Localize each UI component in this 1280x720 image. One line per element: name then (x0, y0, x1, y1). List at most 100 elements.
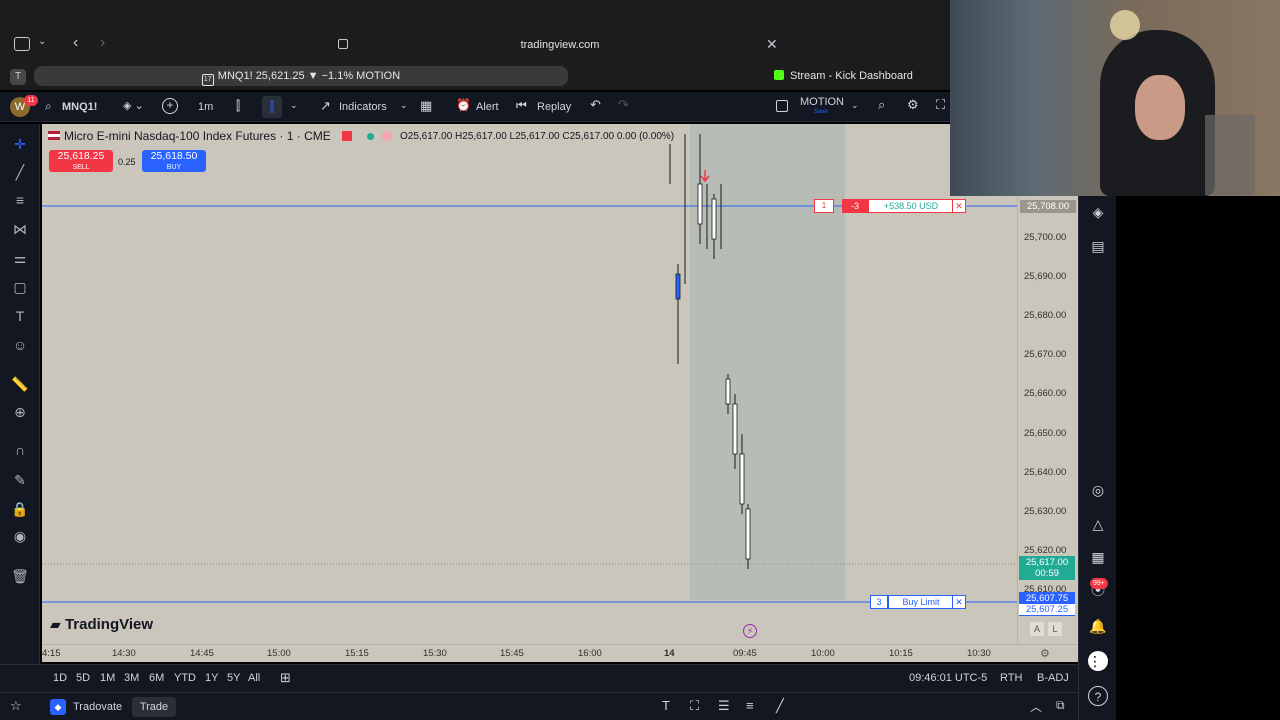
warning-icon[interactable]: △ (1088, 514, 1108, 534)
text-icon[interactable]: T (662, 698, 670, 713)
bar-type-icon[interactable]: ⫿ (236, 98, 240, 114)
position-qty-left[interactable]: 1 (814, 199, 834, 213)
range-5y[interactable]: 5Y (227, 672, 240, 684)
text-tool-icon[interactable]: T (10, 306, 30, 326)
range-6m[interactable]: 6M (149, 672, 164, 684)
redo-icon[interactable]: ↷ (618, 97, 629, 113)
line-tool-icon[interactable]: ╱ (776, 698, 784, 714)
layout-icon[interactable] (776, 100, 788, 112)
range-3m[interactable]: 3M (124, 672, 139, 684)
gear-icon[interactable]: ⚙ (907, 97, 919, 113)
goto-date-icon[interactable]: ⊞ (280, 670, 291, 686)
session-toggle[interactable]: RTH (1000, 672, 1022, 684)
tradovate-logo-icon: ◆ (50, 699, 66, 715)
range-ytd[interactable]: YTD (174, 672, 196, 684)
fib-icon[interactable]: ≡ (10, 190, 30, 210)
tab-tradingview[interactable]: 17 MNQ1! 25,621.25 ▼ −1.1% MOTION (34, 66, 568, 86)
add-symbol-icon[interactable]: + (162, 98, 178, 114)
event-marker-icon[interactable]: ⚡ (743, 624, 757, 638)
range-1y[interactable]: 1Y (205, 672, 218, 684)
interval-button[interactable]: 1m (198, 99, 213, 115)
eye-icon[interactable]: ◉ (10, 526, 30, 546)
star-icon[interactable]: ☆ (10, 698, 22, 714)
auto-scale-button[interactable]: A (1030, 622, 1044, 636)
log-scale-button[interactable]: L (1048, 622, 1062, 636)
order-qty[interactable]: 3 (870, 595, 888, 609)
layers-icon[interactable]: ◈ (1088, 202, 1108, 222)
chevron-up-icon[interactable]: ︿ (1030, 698, 1042, 715)
tab-kick[interactable]: Stream - Kick Dashboard (770, 66, 950, 86)
trend-line-icon[interactable]: ╱ (10, 162, 30, 182)
symbol-search[interactable]: ⌕ MNQ1! (40, 96, 115, 118)
chart-pane[interactable]: Micro E-mini Nasdaq-100 Index Futures · … (42, 124, 1017, 644)
alert-button[interactable]: Alert (476, 99, 499, 115)
symbol-legend-title[interactable]: Micro E-mini Nasdaq-100 Index Futures · … (48, 129, 392, 143)
order-label[interactable]: Buy Limit (888, 595, 954, 609)
candles-icon[interactable]: ⫿ (262, 96, 282, 118)
trash-icon[interactable]: 🗑 (10, 566, 30, 586)
empty-area (1116, 196, 1280, 720)
magnet-icon[interactable]: ∩ (10, 440, 30, 460)
templates-icon[interactable]: ▦ (420, 98, 432, 114)
projection-icon[interactable]: ⚌ (10, 248, 30, 268)
trade-button[interactable]: Trade (132, 697, 176, 717)
chat-icon[interactable]: ▤ (1088, 236, 1108, 256)
undo-icon[interactable]: ↶ (590, 97, 601, 113)
help-icon[interactable]: ? (1088, 686, 1108, 706)
pattern-icon[interactable]: ⋈ (10, 219, 30, 239)
sell-button[interactable]: 25,618.25 SELL (49, 150, 113, 172)
replay-button[interactable]: Replay (537, 99, 571, 115)
chevron-down-icon[interactable]: ⌄ (38, 36, 46, 47)
adjustment-toggle[interactable]: B-ADJ (1037, 672, 1069, 684)
settings-gear-icon[interactable]: ⚙ (1040, 647, 1050, 660)
tune-icon[interactable]: ≡ (746, 698, 754, 713)
time-tick: 10:00 (811, 648, 835, 659)
range-1m[interactable]: 1M (100, 672, 115, 684)
frame-icon[interactable]: ⛶ (690, 698, 699, 714)
cancel-order-icon[interactable]: ✕ (952, 595, 966, 609)
range-1d[interactable]: 1D (53, 672, 67, 684)
broker-name[interactable]: Tradovate (73, 701, 122, 713)
buy-button[interactable]: 25,618.50 BUY (142, 150, 206, 172)
back-icon[interactable]: ‹ (73, 34, 78, 52)
apps-grid-icon[interactable]: ⋮⋮ (1088, 651, 1116, 671)
ruler-icon[interactable]: 📏 (10, 374, 30, 394)
address-bar[interactable]: tradingview.com (335, 34, 785, 56)
fullscreen-icon[interactable]: ⛶ (936, 97, 945, 113)
quick-search-icon[interactable]: ⌕ (878, 97, 885, 113)
position-qty[interactable]: -3 (842, 199, 868, 213)
price-scale[interactable]: 25,708.00 25,700.00 25,690.00 25,680.00 … (1017, 124, 1078, 644)
calendar-icon[interactable]: ▦ (1088, 547, 1108, 567)
bell-icon[interactable]: 🔔 (1088, 616, 1108, 636)
compare-icon[interactable]: ◈ ⌄ (123, 99, 144, 112)
range-all[interactable]: All (248, 672, 260, 684)
lock-icon[interactable]: 🔒 (10, 499, 30, 519)
emoji-icon[interactable]: ☺ (10, 335, 30, 355)
time-tick: 4:15 (42, 648, 61, 659)
shapes-icon[interactable]: ▢ (10, 277, 30, 297)
range-5d[interactable]: 5D (76, 672, 90, 684)
crosshair-icon[interactable]: ✛ (10, 134, 30, 154)
close-position-icon[interactable]: ✕ (952, 199, 966, 213)
chevron-down-icon[interactable]: ⌄ (400, 100, 408, 111)
layout-save-status[interactable]: Save (814, 109, 828, 115)
forward-icon[interactable]: › (100, 34, 105, 52)
layout-name[interactable]: MOTION (800, 96, 844, 108)
chevron-down-icon[interactable]: ⌄ (290, 100, 298, 111)
time-tick: 16:00 (578, 648, 602, 659)
time-axis[interactable]: 4:15 14:30 14:45 15:00 15:15 15:30 15:45… (42, 644, 1078, 662)
indicators-button[interactable]: Indicators (339, 99, 387, 115)
sliders-icon[interactable]: ☰ (718, 698, 730, 714)
zoom-icon[interactable]: ⊕ (10, 402, 30, 422)
tab-group-icon[interactable]: T (10, 69, 26, 85)
maximize-icon[interactable]: ⧉ (1056, 698, 1065, 713)
close-icon[interactable]: ✕ (766, 36, 778, 53)
pencil-lock-icon[interactable]: ✎ (10, 470, 30, 490)
candle-body (745, 508, 751, 560)
chevron-down-icon[interactable]: ⌄ (851, 100, 859, 111)
sidebar-toggle-icon[interactable] (14, 37, 30, 51)
time-tick: 10:30 (967, 648, 991, 659)
clock[interactable]: 09:46:01 UTC-5 (909, 672, 987, 684)
target-icon[interactable]: ◎ (1088, 480, 1108, 500)
position-pnl[interactable]: +538.50 USD (868, 199, 954, 213)
